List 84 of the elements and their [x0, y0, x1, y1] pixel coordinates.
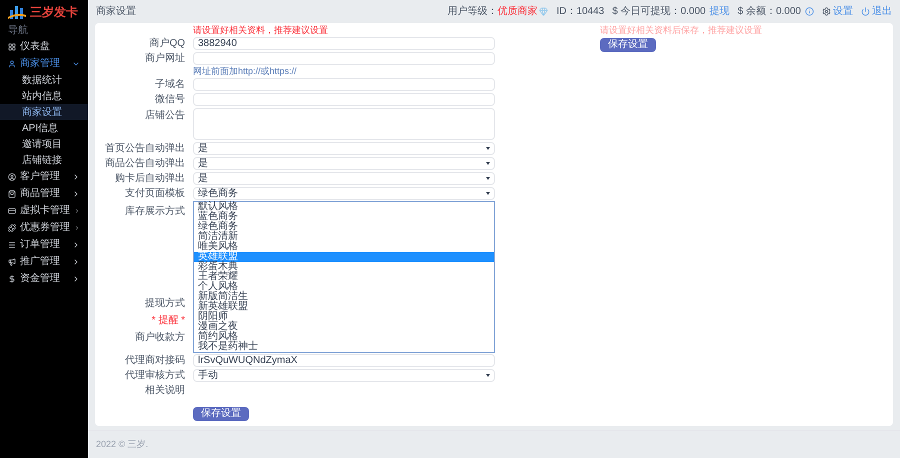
select-field[interactable]: 绿色商务	[193, 187, 495, 200]
nav-subitem[interactable]: 邀请项目	[0, 136, 88, 152]
notice-text: 请设置好相关资料后保存，推荐建议设置	[600, 25, 762, 36]
user-icon	[8, 60, 16, 68]
save-button[interactable]: 保存设置	[193, 407, 249, 421]
megaphone-icon	[8, 258, 16, 266]
text-field[interactable]	[193, 93, 495, 106]
logo-text: 三岁发卡	[30, 4, 78, 21]
select-field[interactable]: 是	[193, 172, 495, 185]
text-field[interactable]	[193, 78, 495, 91]
logo-icon	[8, 4, 26, 20]
dropdown-option[interactable]: 蓝色商务	[194, 212, 494, 222]
bag-icon	[8, 190, 16, 198]
field-label: 商品公告自动弹出	[104, 156, 186, 171]
dropdown-option[interactable]: 阴阳师	[194, 312, 494, 322]
nav-subitem[interactable]: 店铺链接	[0, 152, 88, 168]
dropdown-option[interactable]: 我不是药神士	[194, 342, 494, 352]
nav-subitem[interactable]: API信息	[0, 120, 88, 136]
field-label: 商户QQ	[148, 36, 186, 51]
field-label: 微信号	[154, 93, 186, 107]
nav-subitem[interactable]: 站内信息	[0, 88, 88, 104]
dropdown-option[interactable]: 个人风格	[194, 282, 494, 292]
dollar-icon	[8, 274, 16, 282]
user-id: ID：10443	[556, 4, 604, 18]
field-label: 相关说明	[144, 384, 186, 398]
nav-item[interactable]: 优惠券管理	[0, 219, 88, 236]
dropdown-option[interactable]: 绿色商务	[194, 222, 494, 232]
puzzle-icon	[8, 224, 16, 232]
field-label: 店铺公告	[144, 108, 186, 123]
nav-item[interactable]: 资金管理	[0, 270, 88, 287]
section-label: 导航	[7, 24, 29, 38]
field-label: 购卡后自动弹出	[114, 172, 186, 186]
warning-label: * 提醒 *	[150, 314, 186, 328]
nav-subitem[interactable]: 数据统计	[0, 72, 88, 88]
balance-amount: $ 余额：0.000	[738, 4, 801, 18]
field-label: 提现方式	[144, 296, 186, 311]
nav-item[interactable]: 虚拟卡管理	[0, 202, 88, 219]
user-level-label: 用户等级：	[447, 4, 498, 18]
text-area[interactable]	[193, 108, 495, 140]
field-label: 代理审核方式	[124, 368, 186, 383]
menu-icon	[8, 240, 16, 248]
text-field[interactable]: 3882940	[193, 37, 495, 50]
field-hint: 网址前面加http://或https://	[192, 66, 298, 77]
user-circle-icon	[8, 172, 16, 180]
save-button[interactable]: 保存设置	[600, 38, 656, 52]
page-title: 商家设置	[96, 4, 136, 18]
power-icon	[861, 6, 870, 16]
gear-icon	[822, 6, 831, 16]
notice-text: 请设置好相关资料，推荐建议设置	[192, 25, 329, 36]
nav-item[interactable]: 订单管理	[0, 236, 88, 253]
dropdown-option[interactable]: 默认风格	[194, 202, 494, 212]
code-field: lrSvQuWUQNdZymaX	[193, 354, 495, 367]
info-icon	[805, 6, 814, 16]
dropdown-option[interactable]: 王者荣耀	[194, 272, 494, 282]
select-field[interactable]: 手动	[193, 369, 495, 382]
field-label: 支付页面模板	[124, 186, 186, 201]
gem-icon	[539, 6, 548, 16]
field-label: 代理商对接码	[124, 354, 186, 368]
dashboard-icon	[8, 42, 16, 50]
user-level: 优质商家	[497, 4, 538, 18]
field-label: 商户收款方	[134, 330, 186, 345]
nav-item[interactable]: 商品管理	[0, 185, 88, 202]
dropdown-option[interactable]: 漫画之夜	[194, 322, 494, 332]
withdrawable-amount: $ 今日可提现：0.000	[612, 4, 706, 18]
nav-item[interactable]: 商家管理	[0, 55, 88, 72]
nav-subitem[interactable]: 商家设置	[0, 104, 88, 120]
dropdown-option[interactable]: 简洁清新	[194, 232, 494, 242]
nav-item[interactable]: 客户管理	[0, 168, 88, 185]
field-label: 库存展示方式	[124, 204, 186, 219]
footer-text: 2022 © 三岁.	[96, 438, 148, 451]
dropdown-option[interactable]: 唯美风格	[194, 242, 494, 252]
card-icon	[8, 206, 16, 214]
select-field[interactable]: 是	[193, 157, 495, 170]
nav-item[interactable]: 仪表盘	[0, 38, 88, 55]
dropdown-option[interactable]: 简约风格	[194, 332, 494, 342]
field-label: 首页公告自动弹出	[104, 142, 186, 156]
dropdown-option[interactable]: 新版简洁生	[194, 292, 494, 302]
dropdown-option[interactable]: 彩蛋木典	[194, 262, 494, 272]
text-field[interactable]	[193, 52, 495, 65]
field-label: 子域名	[154, 78, 186, 92]
nav-item[interactable]: 推广管理	[0, 253, 88, 270]
dropdown-option[interactable]: 新英雄联盟	[194, 302, 494, 312]
select-field[interactable]: 是	[193, 142, 495, 155]
field-label: 商户网址	[144, 52, 186, 66]
